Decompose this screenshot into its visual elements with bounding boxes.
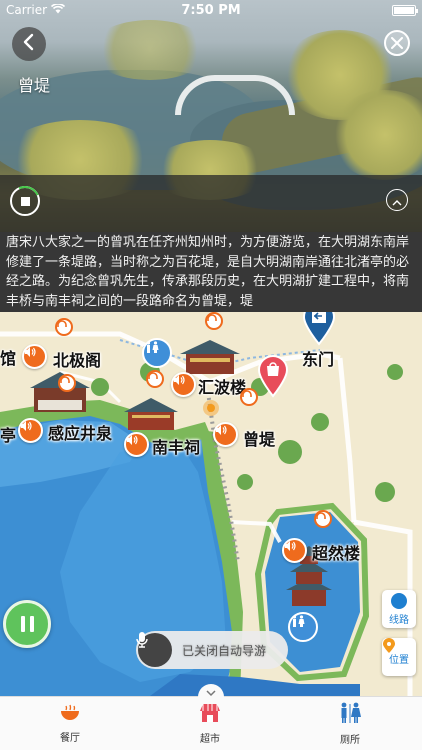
headphone-icon[interactable] <box>146 370 164 388</box>
clock: 7:50 PM <box>181 2 241 18</box>
map-label-ganying-well: 感应井泉 <box>48 424 113 443</box>
restroom-icon[interactable] <box>142 338 172 368</box>
close-button[interactable] <box>384 30 410 56</box>
east-gate-pin-icon[interactable] <box>302 312 336 346</box>
route-button[interactable]: 线路 <box>382 590 416 628</box>
headphone-icon[interactable] <box>314 510 332 528</box>
chevron-down-icon <box>205 682 217 701</box>
auto-guide-toggle[interactable]: 已关闭自动导游 <box>136 631 288 669</box>
tab-restroom-label: 厕所 <box>340 735 360 746</box>
current-position-icon <box>203 400 219 416</box>
tab-restroom[interactable]: 厕所 <box>320 697 380 750</box>
map-label-zeng-causeway: 曾堤 <box>243 430 276 449</box>
headphone-icon[interactable] <box>240 388 258 406</box>
map-label-nanfeng-temple: 南丰祠 <box>152 438 201 457</box>
store-icon <box>199 703 221 727</box>
nanfeng-temple-building <box>124 398 178 430</box>
shop-pin-icon[interactable] <box>257 354 289 398</box>
audio-spot-icon[interactable] <box>22 344 47 369</box>
map-label-huibo-tower: 汇波楼 <box>198 378 247 397</box>
audio-spot-icon[interactable] <box>282 538 307 563</box>
headphone-icon[interactable] <box>58 374 76 392</box>
audio-stop-button[interactable] <box>5 181 45 221</box>
back-button[interactable] <box>12 27 46 61</box>
audio-spot-icon[interactable] <box>213 422 238 447</box>
route-label: 线路 <box>389 614 409 626</box>
map-label-beiji-pavilion: 北极阁 <box>53 351 102 370</box>
location-button[interactable]: 位置 <box>382 638 416 676</box>
bowl-icon <box>59 704 81 726</box>
tab-restaurant[interactable]: 餐厅 <box>40 697 100 750</box>
bottom-tab-bar: 餐厅 超市 厕所 <box>0 696 422 750</box>
pause-icon <box>20 616 34 632</box>
headphone-icon[interactable] <box>55 318 73 336</box>
headphone-icon[interactable] <box>205 312 223 330</box>
auto-guide-pause-button[interactable] <box>3 600 51 648</box>
scenic-map[interactable]: 馆 北极阁 汇波楼 东门 亭 感应井泉 南丰祠 曾堤 超然楼 线路 位置 已关闭… <box>0 312 422 696</box>
spot-title: 曾堤 <box>18 76 51 95</box>
chevron-left-icon <box>22 33 36 55</box>
map-label-east-gate: 东门 <box>302 350 335 369</box>
restroom-icon <box>338 702 362 728</box>
close-icon <box>391 34 403 53</box>
chevron-up-icon <box>392 191 402 210</box>
map-label-hall: 馆 <box>0 349 17 368</box>
map-label-chaoran-tower: 超然楼 <box>312 544 361 563</box>
tab-restaurant-label: 餐厅 <box>60 733 80 744</box>
auto-guide-status: 已关闭自动导游 <box>182 643 267 658</box>
audio-spot-icon[interactable] <box>18 418 43 443</box>
collapse-description-button[interactable] <box>386 189 408 211</box>
audio-spot-icon[interactable] <box>124 432 149 457</box>
restroom-icon[interactable] <box>288 612 318 642</box>
map-label-pavilion: 亭 <box>0 426 17 445</box>
scenic-photo <box>0 0 422 232</box>
audio-spot-icon[interactable] <box>171 372 196 397</box>
status-bar: Carrier 7:50 PM <box>0 0 422 20</box>
battery-icon <box>392 4 418 16</box>
spot-description: 唐宋八大家之一的曾巩在任齐州知州时，为方便游览，在大明湖东南岸修建了一条堤路，当… <box>0 232 422 312</box>
route-icon <box>383 590 407 609</box>
huibo-tower-building <box>180 340 240 374</box>
tab-supermarket-label: 超市 <box>200 734 220 745</box>
tab-supermarket[interactable]: 超市 <box>180 697 240 750</box>
microphone-icon <box>136 632 172 667</box>
